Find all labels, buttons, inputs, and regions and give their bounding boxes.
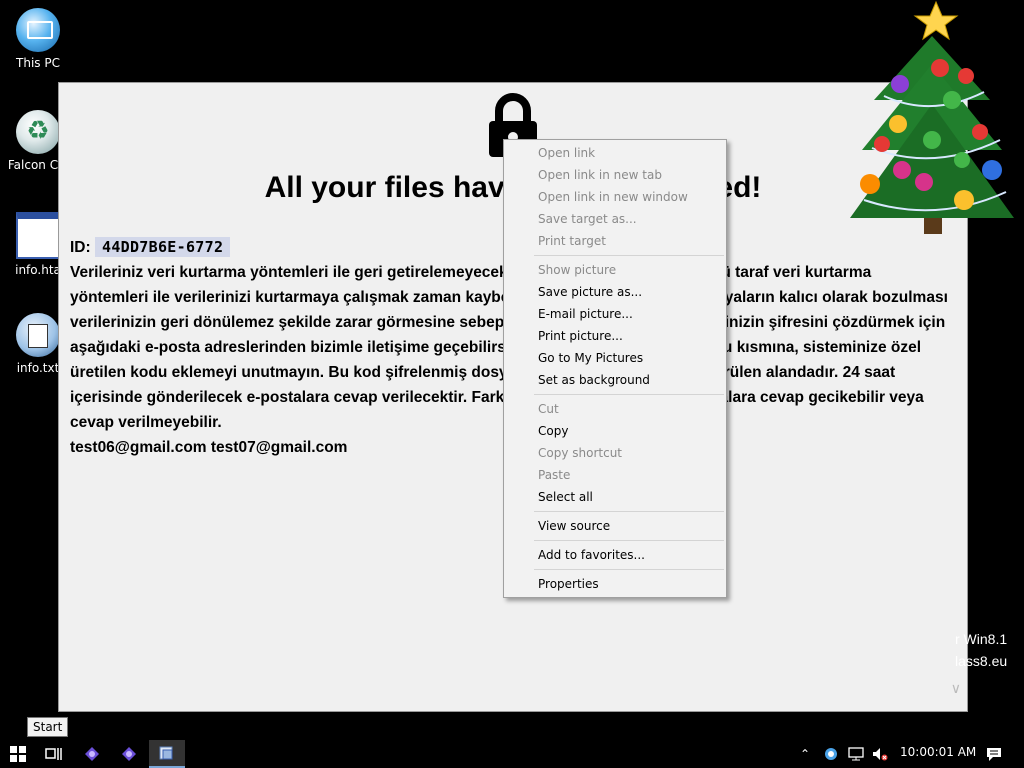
menu-item-open-link-new-window: Open link in new window — [538, 190, 688, 204]
taskbar-app-active[interactable] — [149, 740, 185, 768]
action-center-button[interactable] — [976, 740, 1012, 768]
desktop-icon-this-pc[interactable]: This PC — [0, 8, 76, 70]
menu-item-save-target-as: Save target as... — [538, 212, 637, 226]
menu-item-go-to-my-pictures[interactable]: Go to My Pictures — [504, 347, 726, 369]
os-watermark: r Win8.1 lass8.eu — [955, 628, 1007, 672]
menu-item-view-source[interactable]: View source — [504, 515, 726, 537]
menu-item-open-link-new-tab: Open link in new tab — [538, 168, 662, 182]
watermark-line-2: lass8.eu — [955, 653, 1008, 669]
menu-item-paste: Paste — [538, 468, 571, 482]
taskbar-clock[interactable]: 10:00:01 AM — [900, 745, 976, 759]
app-icon — [85, 747, 99, 761]
recycle-bin-icon — [16, 110, 60, 154]
menu-separator — [534, 511, 724, 512]
menu-item-save-picture-as[interactable]: Save picture as... — [504, 281, 726, 303]
taskbar-app-2[interactable] — [111, 740, 147, 768]
menu-item-copy-shortcut: Copy shortcut — [538, 446, 622, 460]
menu-separator — [534, 540, 724, 541]
menu-item-add-to-favorites[interactable]: Add to favorites... — [504, 544, 726, 566]
menu-separator — [534, 255, 724, 256]
text-file-icon — [16, 313, 60, 357]
hta-file-icon — [16, 212, 60, 259]
desktop-icon-label: This PC — [16, 56, 60, 70]
app-icon — [122, 747, 136, 761]
context-menu[interactable]: Open link Open link in new tab Open link… — [503, 139, 727, 598]
scroll-down-icon[interactable]: ∨ — [951, 681, 961, 697]
desktop-icon-label: info.hta — [15, 263, 61, 277]
menu-item-print-picture[interactable]: Print picture... — [504, 325, 726, 347]
desktop-icon-label: info.txt — [16, 361, 60, 375]
menu-item-print-target: Print target — [538, 234, 606, 248]
menu-item-select-all[interactable]: Select all — [504, 486, 726, 508]
system-tray: ⌃ — [800, 740, 888, 768]
victim-id-value[interactable]: 44DD7B6E-6772 — [94, 237, 231, 257]
task-view-button[interactable] — [36, 740, 72, 768]
desktop: This PC Falcon C+ info.hta info.txt r Wi… — [0, 0, 1024, 740]
menu-item-email-picture[interactable]: E-mail picture... — [504, 303, 726, 325]
task-view-icon — [45, 748, 62, 760]
start-button[interactable] — [0, 740, 36, 768]
menu-item-set-as-background[interactable]: Set as background — [504, 369, 726, 391]
taskbar: ⌃ 10:00:01 AM — [0, 740, 1024, 768]
hta-app-icon — [159, 746, 173, 760]
victim-id-label: ID: — [70, 239, 91, 256]
menu-item-show-picture: Show picture — [538, 263, 617, 277]
christmas-tree-icon — [850, 0, 1014, 234]
menu-item-cut: Cut — [538, 402, 559, 416]
show-hidden-icons-chevron-icon[interactable]: ⌃ — [800, 747, 810, 761]
network-icon[interactable] — [848, 747, 864, 761]
menu-separator — [534, 394, 724, 395]
taskbar-app-1[interactable] — [74, 740, 110, 768]
volume-muted-icon[interactable] — [872, 747, 888, 761]
defender-icon[interactable] — [824, 747, 838, 761]
menu-item-open-link: Open link — [538, 146, 596, 160]
menu-item-copy[interactable]: Copy — [504, 420, 726, 442]
watermark-line-1: r Win8.1 — [955, 631, 1008, 647]
windows-logo-icon — [10, 746, 26, 762]
notification-icon — [987, 748, 1001, 761]
menu-item-properties[interactable]: Properties — [504, 573, 726, 595]
menu-separator — [534, 569, 724, 570]
start-tooltip: Start — [27, 717, 69, 737]
this-pc-icon — [16, 8, 60, 52]
